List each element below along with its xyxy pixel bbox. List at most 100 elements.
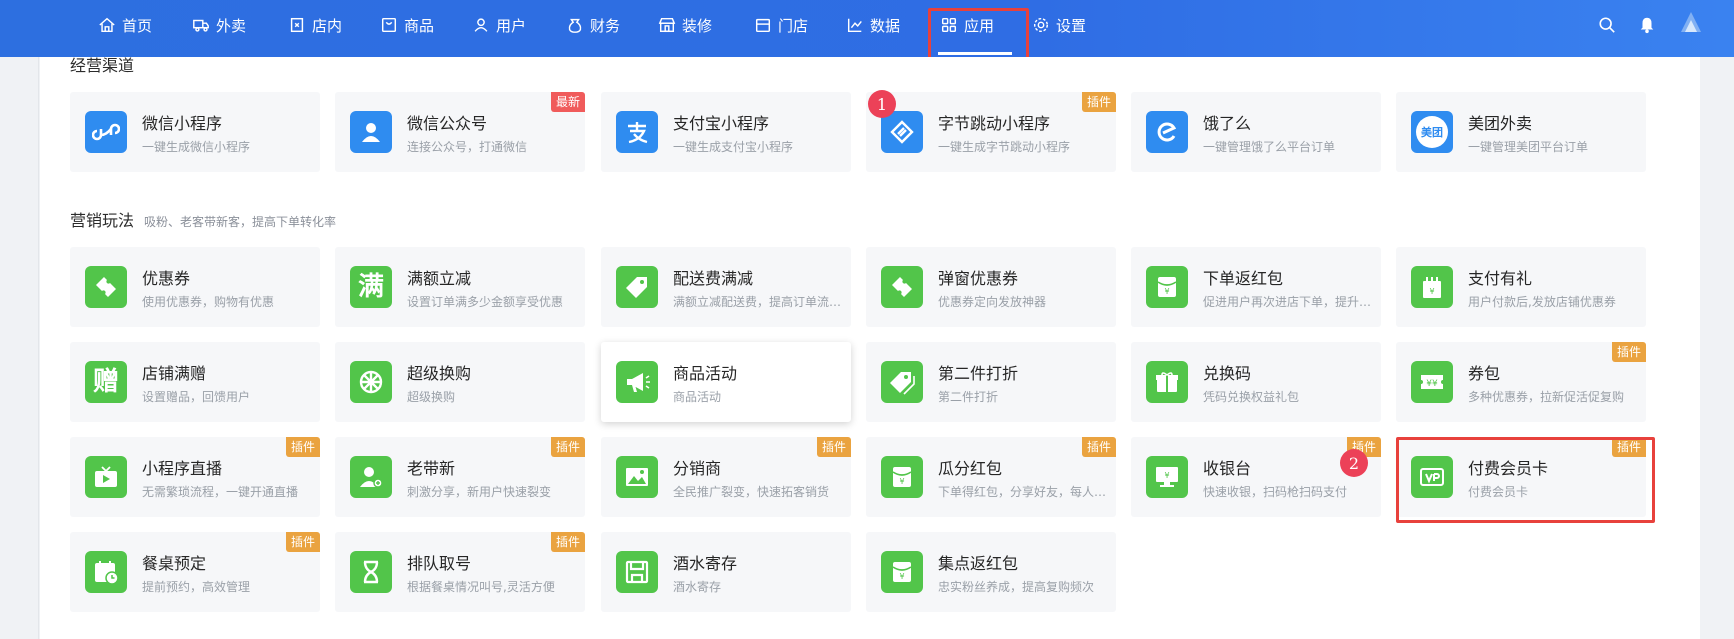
- card-desc: 一键生成支付宝小程序: [673, 140, 794, 154]
- marketing-card-order-red-packet[interactable]: ¥ 下单返红包 促进用户再次进店下单，提升…: [1131, 247, 1381, 327]
- marketing-card-cashier[interactable]: ¥ 收银台 快速收银，扫码枪扫码支付 插件: [1131, 437, 1381, 517]
- search-icon: [1599, 17, 1615, 33]
- nav-item-finance[interactable]: 财务: [566, 0, 620, 50]
- marketing-card-super-exchange[interactable]: 超级换购 超级换购: [335, 342, 585, 422]
- marketing-card-table-reservation[interactable]: 餐桌预定 提前预约，高效管理 插件: [70, 532, 320, 612]
- marketing-card-coupon[interactable]: 优惠券 使用优惠券，购物有优惠: [70, 247, 320, 327]
- card-desc: 设置赠品，回馈用户: [142, 390, 251, 404]
- left-divider: [38, 57, 39, 639]
- section-subtitle: 吸粉、老客带新客，提高下单转化率: [144, 215, 337, 229]
- channel-card-eleme[interactable]: 饿了么 一键管理饿了么平台订单: [1131, 92, 1381, 172]
- card-desc: 一键管理饿了么平台订单: [1203, 140, 1336, 154]
- gift-box-icon: [1146, 361, 1188, 403]
- image-icon: [616, 456, 658, 498]
- nav-item-shop[interactable]: 门店: [754, 0, 808, 50]
- wechat-mini-program-icon: [85, 111, 127, 153]
- exchange-wheel-icon: [350, 361, 392, 403]
- step-marker-1: 1: [868, 90, 896, 118]
- nav-item-data[interactable]: 数据: [846, 0, 900, 50]
- storage-box-icon: [616, 551, 658, 593]
- card-desc: 无需繁琐流程，一键开通直播: [142, 485, 299, 499]
- nav-item-decorate[interactable]: 装修: [658, 0, 712, 50]
- marketing-card-live-stream[interactable]: 小程序直播 无需繁琐流程，一键开通直播 插件: [70, 437, 320, 517]
- notification-button[interactable]: [1638, 0, 1656, 50]
- popup-coupon-icon: [881, 266, 923, 308]
- plugin-badge: 插件: [550, 437, 585, 457]
- svg-text:¥¥: ¥¥: [1426, 379, 1438, 389]
- card-desc: 超级换购: [407, 390, 456, 404]
- marketing-card-referral[interactable]: 老带新 刺激分享，新用户快速裂变 插件: [335, 437, 585, 517]
- user-avatar[interactable]: [1678, 0, 1704, 50]
- card-desc: 优惠券定向发放神器: [938, 295, 1047, 309]
- card-title: 饿了么: [1203, 114, 1252, 133]
- megaphone-icon: [616, 361, 658, 403]
- nav-item-settings[interactable]: 设置: [1032, 0, 1086, 50]
- nav-label: 店内: [312, 16, 343, 35]
- card-title: 优惠券: [142, 269, 191, 288]
- nav-label: 商品: [404, 16, 435, 35]
- nav-label: 门店: [778, 16, 809, 35]
- marketing-card-product-activity[interactable]: 商品活动 商品活动: [601, 342, 851, 422]
- marketing-card-delivery-discount[interactable]: 配送费满减 满额立减配送费，提高订单流…: [601, 247, 851, 327]
- marketing-card-payment-gift[interactable]: ¥ 支付有礼 用户付款后,发放店铺优惠券: [1396, 247, 1646, 327]
- search-button[interactable]: [1598, 0, 1616, 50]
- nav-label: 财务: [590, 16, 621, 35]
- nav-label: 设置: [1056, 16, 1087, 35]
- eleme-icon: [1146, 111, 1188, 153]
- channel-card-wechat-mini[interactable]: 微信小程序 一键生成微信小程序: [70, 92, 320, 172]
- marketing-card-redeem-code[interactable]: 兑换码 凭码兑换权益礼包: [1131, 342, 1381, 422]
- marketing-card-split-red-packet[interactable]: ¥ 瓜分红包 下单得红包，分享好友，每人… 插件: [866, 437, 1116, 517]
- channel-card-meituan[interactable]: 美团 美团外卖 一键管理美团平台订单: [1396, 92, 1646, 172]
- new-badge: 最新: [550, 92, 585, 112]
- card-title: 弹窗优惠券: [938, 269, 1019, 288]
- marketing-card-wine-storage[interactable]: 酒水寄存 酒水寄存: [601, 532, 851, 612]
- nav-label: 首页: [122, 16, 153, 35]
- channel-card-wechat-official[interactable]: 微信公众号 连接公众号，打通微信 最新: [335, 92, 585, 172]
- channel-card-alipay-mini[interactable]: 支付宝小程序 一键生成支付宝小程序: [601, 92, 851, 172]
- nav-item-store-inside[interactable]: 店内: [288, 0, 342, 50]
- icon-glyph: 赠: [92, 367, 119, 397]
- card-desc: 酒水寄存: [673, 580, 722, 594]
- card-desc: 刺激分享，新用户快速裂变: [407, 485, 552, 499]
- card-title: 兑换码: [1203, 364, 1252, 383]
- highlight-box-paid-membership: [1396, 437, 1655, 523]
- delivery-icon: [193, 19, 209, 32]
- card-title: 第二件打折: [938, 364, 1019, 383]
- icon-glyph: 满: [357, 272, 384, 302]
- card-desc: 根据餐桌情况叫号,灵活方便: [407, 580, 555, 594]
- split-red-packet-icon: ¥: [881, 456, 923, 498]
- section-title-marketing: 营销玩法 吸粉、老客带新客，提高下单转化率: [70, 207, 336, 231]
- svg-text:¥: ¥: [899, 477, 904, 486]
- marketing-card-points-red-packet[interactable]: ¥ 集点返红包 忠实粉丝养成，提高复购频次: [866, 532, 1116, 612]
- plugin-badge: 插件: [285, 437, 320, 457]
- decorate-icon: [658, 17, 676, 33]
- card-title: 微信小程序: [142, 114, 223, 133]
- card-desc: 满额立减配送费，提高订单流…: [673, 295, 842, 309]
- channel-card-bytedance-mini[interactable]: 字节跳动小程序 一键生成字节跳动小程序 插件: [866, 92, 1116, 172]
- nav-label: 装修: [682, 16, 713, 35]
- marketing-card-coupon-pack[interactable]: ¥¥ 券包 多种优惠券，拉新促活促复购 插件: [1396, 342, 1646, 422]
- marketing-card-distributor[interactable]: 分销商 全民推广裂变，快速拓客销货 插件: [601, 437, 851, 517]
- card-title: 老带新: [407, 459, 456, 478]
- plugin-badge: 插件: [1081, 437, 1116, 457]
- marketing-card-second-discount[interactable]: 第二件打折 第二件打折: [866, 342, 1116, 422]
- nav-item-user[interactable]: 用户: [472, 0, 526, 50]
- finance-icon: [568, 18, 582, 33]
- plugin-badge: 插件: [816, 437, 851, 457]
- svg-text:¥: ¥: [1429, 287, 1434, 296]
- svg-text:¥: ¥: [1164, 287, 1169, 296]
- nav-item-goods[interactable]: 商品: [380, 0, 434, 50]
- marketing-card-popup-coupon[interactable]: 弹窗优惠券 优惠券定向发放神器: [866, 247, 1116, 327]
- nav-item-home[interactable]: 首页: [98, 0, 152, 50]
- marketing-card-full-reduction[interactable]: 满 满额立减 设置订单满多少金额享受优惠: [335, 247, 585, 327]
- alipay-icon: [616, 111, 658, 153]
- card-title: 美团外卖: [1468, 114, 1533, 133]
- nav-item-delivery[interactable]: 外卖: [192, 0, 246, 50]
- meituan-icon: 美团: [1411, 111, 1453, 153]
- tags-icon: [881, 361, 923, 403]
- marketing-card-store-gift[interactable]: 赠 店铺满赠 设置赠品，回馈用户: [70, 342, 320, 422]
- marketing-card-queue-number[interactable]: 排队取号 根据餐桌情况叫号,灵活方便 插件: [335, 532, 585, 612]
- avatar-icon: [1681, 12, 1701, 32]
- step-marker-2: 2: [1340, 449, 1368, 477]
- card-title: 排队取号: [407, 554, 472, 573]
